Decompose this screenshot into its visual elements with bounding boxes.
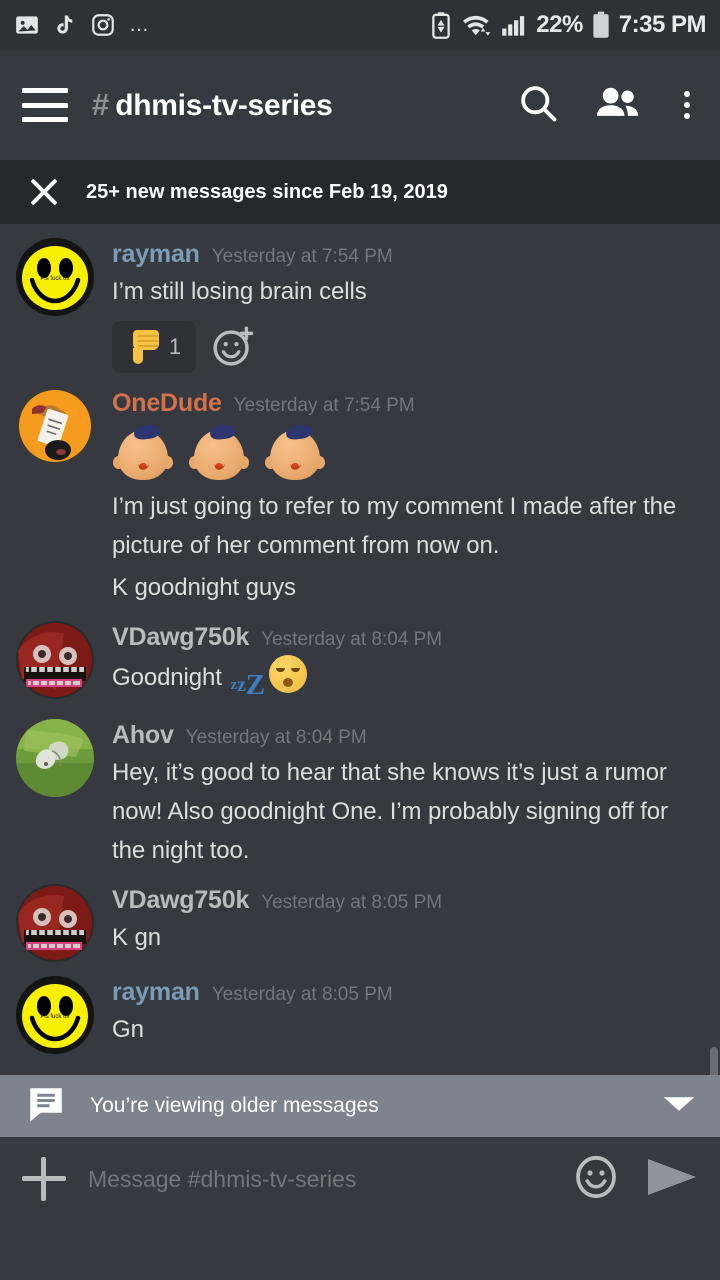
red-monster-avatar[interactable] bbox=[16, 884, 94, 962]
search-icon[interactable] bbox=[516, 81, 560, 130]
more-notifications-icon: … bbox=[129, 14, 151, 36]
svg-text:Pls fuck off: Pls fuck off bbox=[40, 1014, 70, 1020]
message-header: VDawg750k Yesterday at 8:05 PM bbox=[112, 886, 704, 915]
red-monster-avatar[interactable] bbox=[16, 621, 94, 699]
close-icon[interactable] bbox=[24, 172, 64, 212]
tiktok-icon bbox=[53, 12, 77, 38]
hamburger-menu-icon[interactable] bbox=[22, 88, 68, 122]
custom-emoji-row bbox=[112, 422, 704, 484]
message-author[interactable]: OneDude bbox=[112, 389, 222, 418]
new-messages-label: 25+ new messages since Feb 19, 2019 bbox=[86, 180, 448, 203]
message-text: Goodnight zzZ bbox=[112, 655, 704, 705]
message-author[interactable]: VDawg750k bbox=[112, 886, 249, 915]
status-bar: … 22% 7:35 PM bbox=[0, 0, 720, 50]
wifi-icon bbox=[460, 12, 492, 38]
message-text: I’m just going to refer to my comment I … bbox=[112, 493, 677, 559]
message-body: rayman Yesterday at 7:54 PM I’m still lo… bbox=[112, 238, 704, 373]
message-text: K gn bbox=[112, 924, 161, 951]
message-header: VDawg750k Yesterday at 8:04 PM bbox=[112, 623, 704, 652]
dhmis-puppet-head-emoji bbox=[112, 422, 174, 484]
plus-icon[interactable] bbox=[22, 1157, 66, 1201]
message-row[interactable]: Ahov Yesterday at 8:04 PM Hey, it’s good… bbox=[0, 707, 720, 872]
chevron-down-icon[interactable] bbox=[662, 1093, 696, 1120]
message-header: Ahov Yesterday at 8:04 PM bbox=[112, 721, 704, 750]
message-timestamp: Yesterday at 7:54 PM bbox=[211, 246, 393, 267]
add-reaction-icon[interactable] bbox=[210, 324, 256, 370]
battery-saver-icon bbox=[431, 11, 451, 39]
message-header: OneDude Yesterday at 7:54 PM bbox=[112, 389, 704, 418]
message-input[interactable] bbox=[88, 1165, 558, 1193]
message-header: rayman Yesterday at 8:05 PM bbox=[112, 978, 704, 1007]
message-row[interactable]: OneDude Yesterday at 7:54 PM I’m just go… bbox=[0, 375, 720, 609]
status-bar-left-icons: … bbox=[14, 12, 151, 38]
message-text: Gn bbox=[112, 1016, 144, 1043]
hand-holding-paper-avatar[interactable] bbox=[16, 387, 94, 465]
message-body: OneDude Yesterday at 7:54 PM I’m just go… bbox=[112, 387, 704, 607]
message-list[interactable]: Pls fuck off rayman Yesterday at 7:54 PM… bbox=[0, 224, 720, 1075]
chat-bubble-icon bbox=[24, 1083, 68, 1130]
members-icon[interactable] bbox=[594, 81, 642, 130]
message-header: rayman Yesterday at 7:54 PM bbox=[112, 240, 704, 269]
butterfly-photo-avatar[interactable] bbox=[16, 719, 94, 797]
message-timestamp: Yesterday at 8:04 PM bbox=[185, 727, 367, 748]
message-body: VDawg750k Yesterday at 8:05 PM K gn bbox=[112, 884, 704, 962]
message-row[interactable]: VDawg750k Yesterday at 8:05 PM K gn bbox=[0, 872, 720, 964]
overflow-menu-icon[interactable] bbox=[676, 87, 698, 123]
cellular-signal-icon bbox=[501, 12, 527, 38]
message-author[interactable]: rayman bbox=[112, 978, 200, 1007]
message-composer bbox=[0, 1137, 720, 1221]
sleeping-face-emoji bbox=[269, 655, 308, 693]
zzz-emoji: zzZ bbox=[230, 669, 266, 701]
status-bar-right-icons: 22% 7:35 PM bbox=[431, 11, 707, 39]
message-row[interactable]: Pls fuck off rayman Yesterday at 8:05 PM… bbox=[0, 964, 720, 1056]
dhmis-puppet-head-emoji bbox=[188, 422, 250, 484]
message-timestamp: Yesterday at 8:04 PM bbox=[261, 629, 443, 650]
emoji-picker-icon[interactable] bbox=[572, 1153, 620, 1206]
svg-text:Pls fuck off: Pls fuck off bbox=[40, 276, 70, 282]
message-row[interactable]: Pls fuck off rayman Yesterday at 7:54 PM… bbox=[0, 232, 720, 375]
hash-icon: # bbox=[92, 87, 110, 122]
scrollbar-thumb[interactable] bbox=[710, 1047, 718, 1075]
smiley-face-avatar[interactable]: Pls fuck off bbox=[16, 976, 94, 1054]
message-text-content: Goodnight bbox=[112, 664, 229, 691]
message-text: I’m still losing brain cells bbox=[112, 278, 367, 305]
clock-time: 7:35 PM bbox=[618, 11, 707, 38]
header-actions bbox=[516, 81, 698, 130]
dhmis-puppet-head-emoji bbox=[264, 422, 326, 484]
message-timestamp: Yesterday at 8:05 PM bbox=[211, 984, 393, 1005]
jump-to-present-bar[interactable]: You’re viewing older messages bbox=[0, 1075, 720, 1137]
message-timestamp: Yesterday at 8:05 PM bbox=[261, 892, 443, 913]
message-author[interactable]: rayman bbox=[112, 240, 200, 269]
message-body: rayman Yesterday at 8:05 PM Gn bbox=[112, 976, 704, 1054]
message-body: VDawg750k Yesterday at 8:04 PM Goodnight… bbox=[112, 621, 704, 705]
message-row[interactable]: VDawg750k Yesterday at 8:04 PM Goodnight… bbox=[0, 609, 720, 707]
send-icon[interactable] bbox=[646, 1156, 698, 1203]
thumbs-down-icon bbox=[127, 330, 161, 364]
reaction-thumbs-down[interactable]: 1 bbox=[112, 321, 196, 373]
reaction-count: 1 bbox=[168, 334, 182, 359]
channel-name: dhmis-tv-series bbox=[115, 89, 333, 122]
message-text: K goodnight guys bbox=[112, 574, 296, 601]
message-text: Hey, it’s good to hear that she knows it… bbox=[112, 759, 668, 864]
battery-icon bbox=[592, 11, 610, 39]
composer-actions bbox=[572, 1153, 698, 1206]
message-author[interactable]: VDawg750k bbox=[112, 623, 249, 652]
instagram-icon bbox=[90, 12, 116, 38]
gallery-icon bbox=[14, 12, 40, 38]
reaction-bar: 1 bbox=[112, 321, 704, 373]
battery-percent: 22% bbox=[536, 11, 583, 38]
message-timestamp: Yesterday at 7:54 PM bbox=[233, 395, 415, 416]
message-body: Ahov Yesterday at 8:04 PM Hey, it’s good… bbox=[112, 719, 704, 870]
new-messages-bar[interactable]: 25+ new messages since Feb 19, 2019 bbox=[0, 160, 720, 224]
jump-bar-label: You’re viewing older messages bbox=[90, 1094, 379, 1117]
smiley-face-avatar[interactable]: Pls fuck off bbox=[16, 238, 94, 316]
channel-title[interactable]: # dhmis-tv-series bbox=[92, 87, 333, 123]
channel-header: # dhmis-tv-series bbox=[0, 50, 720, 160]
message-author[interactable]: Ahov bbox=[112, 721, 174, 750]
